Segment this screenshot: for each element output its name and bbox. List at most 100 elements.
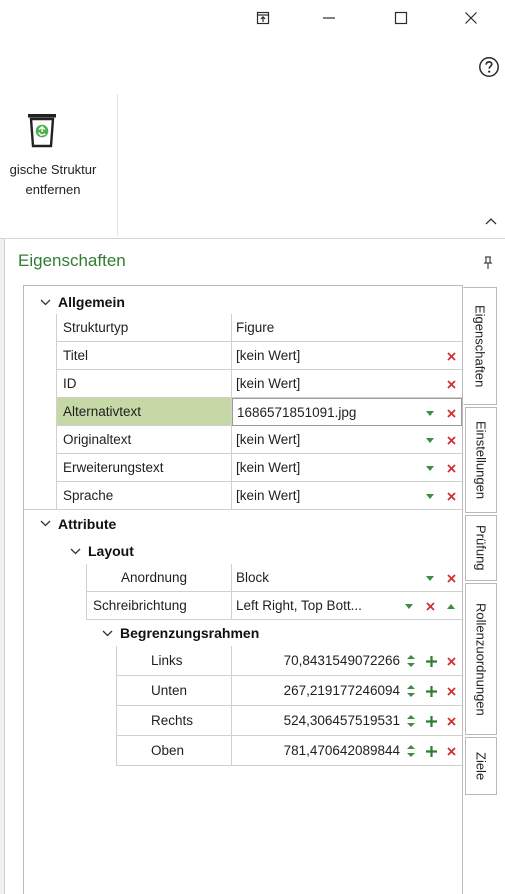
value-text: 781,470642089844 [283, 743, 400, 758]
group-layout[interactable]: Layout [24, 537, 462, 565]
add-icon[interactable] [424, 714, 438, 728]
delete-icon[interactable] [444, 744, 458, 758]
property-value[interactable]: [kein Wert] [232, 426, 462, 454]
value-text: [kein Wert] [236, 432, 301, 447]
dropdown-arrow-icon[interactable] [423, 461, 437, 475]
chevron-down-icon[interactable] [68, 544, 82, 558]
property-value[interactable]: [kein Wert] [232, 482, 462, 510]
tab-label: Ziele [473, 751, 489, 781]
dropdown-arrow-icon[interactable] [423, 406, 437, 420]
property-value[interactable]: [kein Wert] [232, 454, 462, 482]
spinner-icon[interactable] [404, 684, 418, 698]
value-text[interactable]: 1686571851091.jpg [237, 405, 356, 420]
group-allgemein[interactable]: Allgemein [24, 288, 462, 316]
property-row[interactable]: ID [kein Wert] [24, 370, 462, 398]
chevron-up-icon [485, 218, 497, 225]
property-row[interactable]: Strukturtyp Figure [24, 314, 462, 342]
property-row[interactable]: Titel [kein Wert] [24, 342, 462, 370]
delete-icon[interactable] [444, 349, 458, 363]
tab-rollenzuordnungen[interactable]: Rollenzuordnungen [465, 583, 497, 735]
tab-einstellungen[interactable]: Einstellungen [465, 407, 497, 513]
restore-ribbon-icon [256, 11, 270, 25]
remove-logical-structure-button[interactable] [18, 108, 66, 152]
delete-icon[interactable] [444, 377, 458, 391]
property-name: Oben [116, 736, 232, 766]
delete-icon[interactable] [444, 406, 458, 420]
spinner-icon[interactable] [404, 654, 418, 668]
ribbon-separator [117, 94, 118, 236]
left-panel-edge [0, 239, 5, 894]
chevron-down-icon[interactable] [38, 517, 52, 531]
property-name: Erweiterungstext [56, 454, 232, 482]
value-text: 524,306457519531 [283, 713, 400, 728]
chevron-down-icon[interactable] [100, 626, 114, 640]
property-value[interactable]: [kein Wert] [232, 370, 462, 398]
dropdown-arrow-icon[interactable] [423, 489, 437, 503]
tab-ziele[interactable]: Ziele [465, 737, 497, 795]
property-value[interactable]: 781,470642089844 [232, 736, 462, 766]
maximize-button[interactable] [378, 0, 424, 36]
remove-logical-structure-label: gische Struktur entfernen [0, 160, 112, 200]
property-row-selected[interactable]: Alternativtext 1686571851091.jpg [24, 398, 462, 426]
property-row[interactable]: Erweiterungstext [kein Wert] [24, 454, 462, 482]
group-label: Attribute [58, 515, 117, 532]
group-begrenzungsrahmen[interactable]: Begrenzungsrahmen [24, 619, 462, 647]
add-icon[interactable] [424, 654, 438, 668]
chevron-down-icon[interactable] [38, 295, 52, 309]
property-value[interactable]: 70,8431549072266 [232, 646, 462, 676]
spinner-icon[interactable] [404, 714, 418, 728]
pin-button[interactable] [481, 255, 495, 271]
group-attribute[interactable]: Attribute [24, 509, 462, 537]
property-row[interactable]: Unten 267,219177246094 [24, 676, 462, 706]
property-row[interactable]: Sprache [kein Wert] [24, 482, 462, 510]
delete-icon[interactable] [444, 461, 458, 475]
tab-eigenschaften[interactable]: Eigenschaften [463, 287, 497, 405]
property-value[interactable]: Left Right, Top Bott... [232, 592, 462, 620]
delete-icon[interactable] [444, 654, 458, 668]
property-name: Unten [116, 676, 232, 706]
tab-label: Prüfung [473, 525, 489, 571]
ribbon-label-line2: entfernen [25, 182, 81, 197]
delete-icon[interactable] [444, 571, 458, 585]
property-name: Schreibrichtung [86, 592, 232, 620]
dropdown-arrow-icon[interactable] [423, 433, 437, 447]
property-name: Anordnung [86, 564, 232, 592]
property-value[interactable]: Figure [232, 314, 462, 342]
property-name: Originaltext [56, 426, 232, 454]
restore-ribbon-button[interactable] [240, 0, 286, 36]
delete-icon[interactable] [423, 599, 437, 613]
add-icon[interactable] [424, 684, 438, 698]
property-row[interactable]: Oben 781,470642089844 [24, 736, 462, 766]
property-value[interactable]: 267,219177246094 [232, 676, 462, 706]
spinner-icon[interactable] [404, 744, 418, 758]
property-row[interactable]: Rechts 524,306457519531 [24, 706, 462, 736]
dropdown-arrow-icon[interactable] [423, 571, 437, 585]
minimize-button[interactable] [306, 0, 352, 36]
property-value[interactable]: [kein Wert] [232, 342, 462, 370]
dropdown-arrow-icon[interactable] [402, 599, 416, 613]
delete-icon[interactable] [444, 684, 458, 698]
property-name: Links [116, 646, 232, 676]
panel-title: Eigenschaften [18, 251, 126, 270]
close-button[interactable] [448, 0, 494, 36]
chevron-up-icon[interactable] [444, 599, 458, 613]
value-text: Left Right, Top Bott... [236, 598, 362, 613]
delete-icon[interactable] [444, 433, 458, 447]
property-row[interactable]: Schreibrichtung Left Right, Top Bott... [24, 592, 462, 620]
tab-pruefung[interactable]: Prüfung [465, 515, 497, 581]
group-label: Begrenzungsrahmen [120, 625, 260, 641]
group-label: Allgemein [58, 294, 125, 310]
property-row[interactable]: Originaltext [kein Wert] [24, 426, 462, 454]
property-row[interactable]: Links 70,8431549072266 [24, 646, 462, 676]
property-name: Rechts [116, 706, 232, 736]
collapse-ribbon-button[interactable] [482, 212, 500, 230]
delete-icon[interactable] [444, 714, 458, 728]
help-button[interactable] [476, 54, 502, 80]
property-value[interactable]: Block [232, 564, 462, 592]
alternative-text-input[interactable]: 1686571851091.jpg [232, 398, 462, 426]
value-text: [kein Wert] [236, 460, 301, 475]
add-icon[interactable] [424, 744, 438, 758]
delete-icon[interactable] [444, 489, 458, 503]
property-row[interactable]: Anordnung Block [24, 564, 462, 592]
property-value[interactable]: 524,306457519531 [232, 706, 462, 736]
